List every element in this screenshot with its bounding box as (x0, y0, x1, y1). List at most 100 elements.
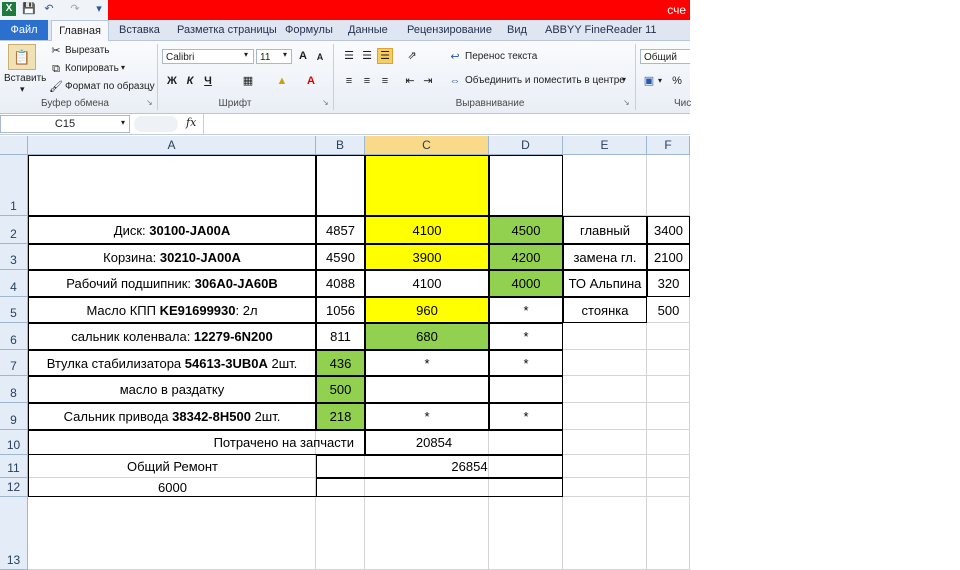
cell-f5[interactable]: 500 (647, 297, 690, 323)
excel-icon[interactable]: X (2, 2, 16, 16)
tab-formulas[interactable]: Формулы (285, 20, 333, 40)
cell-a6[interactable]: сальник коленвала: 12279-6N200 (28, 323, 316, 350)
row-header-4[interactable]: 4 (0, 270, 28, 297)
align-left-icon[interactable]: ≡ (342, 74, 356, 88)
row-header-9[interactable]: 9 (0, 403, 28, 430)
merge-center-button[interactable]: Объединить и поместить в центре (465, 75, 625, 86)
tab-review[interactable]: Рецензирование (407, 20, 492, 40)
cell-c8[interactable] (365, 376, 489, 403)
cell-e3[interactable]: замена гл. (563, 244, 647, 270)
cell-d7[interactable]: * (489, 350, 563, 376)
undo-icon[interactable]: ↶ (42, 2, 56, 16)
shrink-font-icon[interactable]: A (313, 50, 327, 64)
cut-button[interactable]: Вырезать (65, 45, 109, 56)
align-right-icon[interactable]: ≡ (378, 74, 392, 88)
cell-c1[interactable] (365, 155, 489, 216)
cell-e4[interactable]: ТО Альпина (563, 270, 647, 297)
bold-button[interactable]: Ж (165, 74, 179, 88)
percent-button[interactable]: % (670, 74, 684, 88)
column-header-c[interactable]: C (365, 136, 489, 155)
cell-f3[interactable]: 2100 (647, 244, 690, 270)
cell-d2[interactable]: 4500 (489, 216, 563, 244)
tab-home[interactable]: Главная (51, 20, 109, 42)
cell-e5[interactable]: стоянка (563, 297, 647, 323)
font-name-dropdown-icon[interactable]: ▾ (244, 50, 248, 59)
fill-color-icon[interactable]: ▲ (275, 74, 289, 88)
copy-icon[interactable]: ⧉ (49, 62, 63, 76)
alignment-launcher-icon[interactable]: ↘ (623, 98, 630, 107)
cell-b11[interactable]: 26854 (316, 455, 563, 478)
column-header-d[interactable]: D (489, 136, 563, 155)
font-size-dropdown-icon[interactable]: ▾ (283, 50, 287, 59)
cell-a4[interactable]: Рабочий подшипник: 306A0-JA60B (28, 270, 316, 297)
accounting-dropdown-icon[interactable]: ▾ (658, 76, 662, 85)
row-header-2[interactable]: 2 (0, 216, 28, 244)
row-header-3[interactable]: 3 (0, 244, 28, 270)
row-header-1[interactable]: 1 (0, 155, 28, 216)
name-box-dropdown-icon[interactable]: ▾ (121, 118, 125, 127)
paste-dropdown-icon[interactable]: ▾ (20, 84, 25, 95)
increase-indent-icon[interactable]: ⇥ (421, 74, 435, 88)
wrap-text-icon[interactable]: ↩ (448, 50, 462, 64)
paste-button[interactable]: Вставить (4, 73, 46, 84)
column-header-e[interactable]: E (563, 136, 647, 155)
tab-file[interactable]: Файл (0, 20, 48, 40)
cell-d6[interactable]: * (489, 323, 563, 350)
align-bottom-icon[interactable]: ☰ (377, 48, 393, 64)
cell-a2[interactable]: Диск: 30100-JA00A (28, 216, 316, 244)
column-header-b[interactable]: B (316, 136, 365, 155)
borders-icon[interactable]: ▦ (241, 74, 255, 88)
tab-insert[interactable]: Вставка (119, 20, 160, 40)
cell-a12[interactable]: 6000 (28, 478, 316, 497)
row-header-11[interactable]: 11 (0, 455, 28, 478)
column-header-a[interactable]: A (28, 136, 316, 155)
cell-c10[interactable]: 20854 (365, 430, 563, 455)
paste-icon[interactable]: 📋 (8, 44, 36, 70)
clipboard-launcher-icon[interactable]: ↘ (146, 98, 153, 107)
merge-dropdown-icon[interactable]: ▾ (622, 75, 626, 84)
formula-bar-resize-handle[interactable] (134, 116, 178, 132)
decrease-indent-icon[interactable]: ⇤ (403, 74, 417, 88)
cell-c9[interactable]: * (365, 403, 489, 430)
cell-b3[interactable]: 4590 (316, 244, 365, 270)
row-header-13[interactable]: 13 (0, 497, 28, 570)
align-center-icon[interactable]: ≡ (360, 74, 374, 88)
tab-view[interactable]: Вид (507, 20, 527, 40)
align-middle-icon[interactable]: ☰ (360, 49, 374, 63)
cell-a5[interactable]: Масло КПП KE91699930: 2л (28, 297, 316, 323)
tab-data[interactable]: Данные (348, 20, 388, 40)
cell-a3[interactable]: Корзина: 30210-JA00A (28, 244, 316, 270)
format-painter-icon[interactable]: 🖌 (49, 80, 63, 94)
wrap-text-button[interactable]: Перенос текста (465, 51, 537, 62)
cell-c6[interactable]: 680 (365, 323, 489, 350)
cell-b7[interactable]: 436 (316, 350, 365, 376)
format-painter-button[interactable]: Формат по образцу (65, 81, 155, 92)
grow-font-icon[interactable]: A (296, 49, 310, 63)
number-format-select[interactable]: Общий (640, 49, 690, 64)
cell-d5[interactable]: * (489, 297, 563, 323)
cell-f2[interactable]: 3400 (647, 216, 690, 244)
tab-page-layout[interactable]: Разметка страницы (177, 20, 277, 40)
cell-b9[interactable]: 218 (316, 403, 365, 430)
cut-icon[interactable]: ✂ (49, 44, 63, 58)
cell-d8[interactable] (489, 376, 563, 403)
cell-b4[interactable]: 4088 (316, 270, 365, 297)
cell-c7[interactable]: * (365, 350, 489, 376)
cell-b5[interactable]: 1056 (316, 297, 365, 323)
column-header-f[interactable]: F (647, 136, 690, 155)
cell-e2[interactable]: главный (563, 216, 647, 244)
accounting-format-icon[interactable]: ▣ (642, 74, 656, 88)
copy-dropdown-icon[interactable]: ▾ (121, 63, 125, 72)
cell-d9[interactable]: * (489, 403, 563, 430)
cell-c2[interactable]: 4100 (365, 216, 489, 244)
tab-abbyy[interactable]: ABBYY FineReader 11 (545, 20, 657, 40)
cell-b1[interactable] (316, 155, 365, 216)
formula-input[interactable] (206, 117, 686, 131)
cell-d4[interactable]: 4000 (489, 270, 563, 297)
cell-a1[interactable] (28, 155, 316, 216)
cell-d3[interactable]: 4200 (489, 244, 563, 270)
customize-icon[interactable]: ▾ (92, 2, 106, 16)
font-color-icon[interactable]: A (304, 74, 318, 88)
orientation-icon[interactable]: ⇗ (405, 49, 419, 63)
row-header-6[interactable]: 6 (0, 323, 28, 350)
